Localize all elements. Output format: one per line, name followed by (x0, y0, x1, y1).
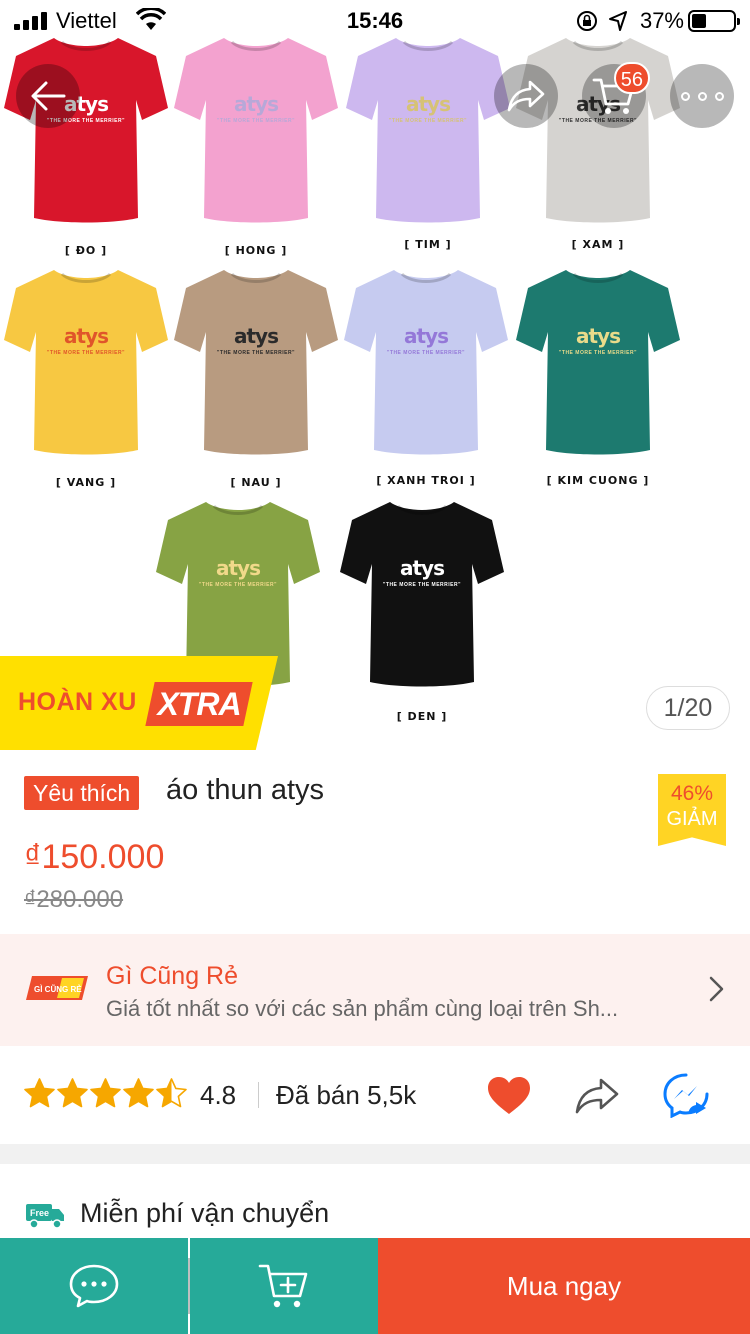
shirt-brand-logo: atys (400, 556, 445, 580)
free-shipping-truck-icon: Free (26, 1204, 64, 1229)
section-divider (0, 1144, 750, 1164)
chevron-right-icon (709, 976, 724, 1002)
share-icon[interactable] (574, 1076, 620, 1116)
shirt-brand-logo: atys (64, 324, 109, 348)
shirt-tagline: "THE MORE THE MERRIER" (387, 350, 465, 356)
discount-badge: 46% GIẢM (658, 774, 726, 846)
rating-row: 4.8 Đã bán 5,5k (0, 1046, 750, 1144)
shirt-image: atys "THE MORE THE MERRIER" (2, 262, 170, 462)
battery-percent: 37% (639, 8, 684, 33)
shirt-color-label: [ KIM CUONG ] (546, 474, 650, 487)
shirt-tagline: "THE MORE THE MERRIER" (217, 118, 295, 124)
shirt-tagline: "THE MORE THE MERRIER" (217, 350, 295, 356)
shipping-title: Miễn phí vận chuyển (80, 1198, 330, 1228)
chat-button[interactable] (0, 1238, 188, 1334)
product-detail-screen: atys "THE MORE THE MERRIER" [ ĐO ] atys "THE… (0, 0, 750, 1334)
arrow-left-icon (31, 81, 66, 111)
shirt-tagline: "THE MORE THE MERRIER" (559, 350, 637, 356)
hoan-xu-xtra-banner: HOÀN XU XTRA (0, 656, 278, 750)
shirt-tagline: "THE MORE THE MERRIER" (389, 118, 467, 124)
discount-label: GIẢM (666, 808, 718, 830)
status-bar: Viettel 15:46 37% (0, 0, 750, 40)
shirt-brand-logo: atys (216, 556, 261, 580)
add-to-cart-icon (258, 1264, 308, 1308)
shirt-color-label: [ HONG ] (224, 244, 288, 257)
shirt-image: atys "THE MORE THE MERRIER" (344, 30, 512, 230)
hoan-xu-label: HOÀN XU (18, 688, 137, 716)
shirt-brand-logo: atys (234, 324, 279, 348)
shirt-color-label: [ NAU ] (230, 476, 282, 489)
shirt-image: atys "THE MORE THE MERRIER" (514, 262, 682, 462)
shirt-brand-logo: atys (234, 92, 279, 116)
sold-count: Đã bán 5,5k (276, 1080, 417, 1110)
image-counter: 1/20 (646, 686, 730, 730)
rating-stars[interactable] (24, 1078, 187, 1109)
current-price: ₫150.000 (24, 838, 165, 876)
original-price: ₫280.000 (24, 886, 124, 913)
svg-text:GÌ CŨNG RẺ: GÌ CŨNG RẺ (34, 985, 82, 994)
shirt-image: atys "THE MORE THE MERRIER" (514, 30, 682, 230)
add-to-cart-button[interactable] (190, 1238, 378, 1334)
divider (258, 1082, 259, 1108)
battery-icon (688, 10, 740, 32)
shirt-image: atys "THE MORE THE MERRIER" (172, 30, 340, 230)
bottom-action-bar: Mua ngay (0, 1238, 750, 1334)
rotation-lock-icon (577, 11, 597, 31)
shirt-image: atys "THE MORE THE MERRIER" (338, 494, 506, 694)
favorite-badge: Yêu thích (24, 776, 140, 810)
discount-percent: 46% (670, 782, 714, 805)
shirt-color-label: [ XANH TROI ] (376, 474, 476, 487)
shirt-brand-logo: atys (576, 324, 621, 348)
messenger-share-icon[interactable] (662, 1072, 710, 1118)
star-icon (123, 1078, 154, 1108)
more-options-button[interactable] (670, 64, 734, 128)
share-arrow-icon (507, 80, 545, 112)
share-button[interactable] (494, 64, 558, 128)
cart-button[interactable]: 56 (582, 62, 650, 128)
shirt-tagline: "THE MORE THE MERRIER" (383, 582, 461, 588)
deal-description: Giá tốt nhất so với các sản phẩm cùng lo… (106, 996, 619, 1021)
shirt-image: atys "THE MORE THE MERRIER" (172, 262, 340, 462)
shirt-brand-logo: atys (404, 324, 449, 348)
buy-now-button[interactable]: Mua ngay (378, 1238, 750, 1334)
shirt-color-label: [ XAM ] (571, 238, 625, 251)
product-title: áo thun atys (166, 774, 324, 806)
location-arrow-icon (609, 11, 627, 31)
star-icon (24, 1078, 55, 1108)
clock: 15:46 (346, 8, 404, 33)
svg-text:Free: Free (30, 1208, 49, 1218)
shirt-color-label: [ ĐO ] (64, 244, 108, 257)
shirt-image: atys "THE MORE THE MERRIER" (342, 262, 510, 462)
shirt-color-label: [ VANG ] (55, 476, 117, 489)
shirt-brand-logo: atys (406, 92, 451, 116)
chat-icon (69, 1264, 119, 1308)
star-icon (90, 1078, 121, 1108)
star-icon (57, 1078, 88, 1108)
shirt-tagline: "THE MORE THE MERRIER" (47, 350, 125, 356)
deal-title: Gì Cũng Rẻ (106, 962, 239, 990)
rating-value: 4.8 (200, 1080, 237, 1110)
heart-icon[interactable] (486, 1076, 532, 1116)
shirt-image: atys "THE MORE THE MERRIER" (2, 30, 170, 230)
cart-count-badge: 56 (613, 62, 650, 94)
shirt-color-label: [ DEN ] (396, 710, 448, 723)
more-dots-icon (680, 91, 724, 101)
shirt-tagline: "THE MORE THE MERRIER" (199, 582, 277, 588)
gi-cung-re-logo: GÌ CŨNG RẺ (26, 976, 88, 1000)
star-icon (156, 1078, 187, 1108)
shirt-color-label: [ TIM ] (404, 238, 452, 251)
back-button[interactable] (16, 64, 80, 128)
xtra-logo: XTRA (145, 682, 253, 726)
cheap-deal-section[interactable]: GÌ CŨNG RẺ Gì Cũng Rẻ Giá tốt nhất so vớ… (0, 934, 750, 1046)
